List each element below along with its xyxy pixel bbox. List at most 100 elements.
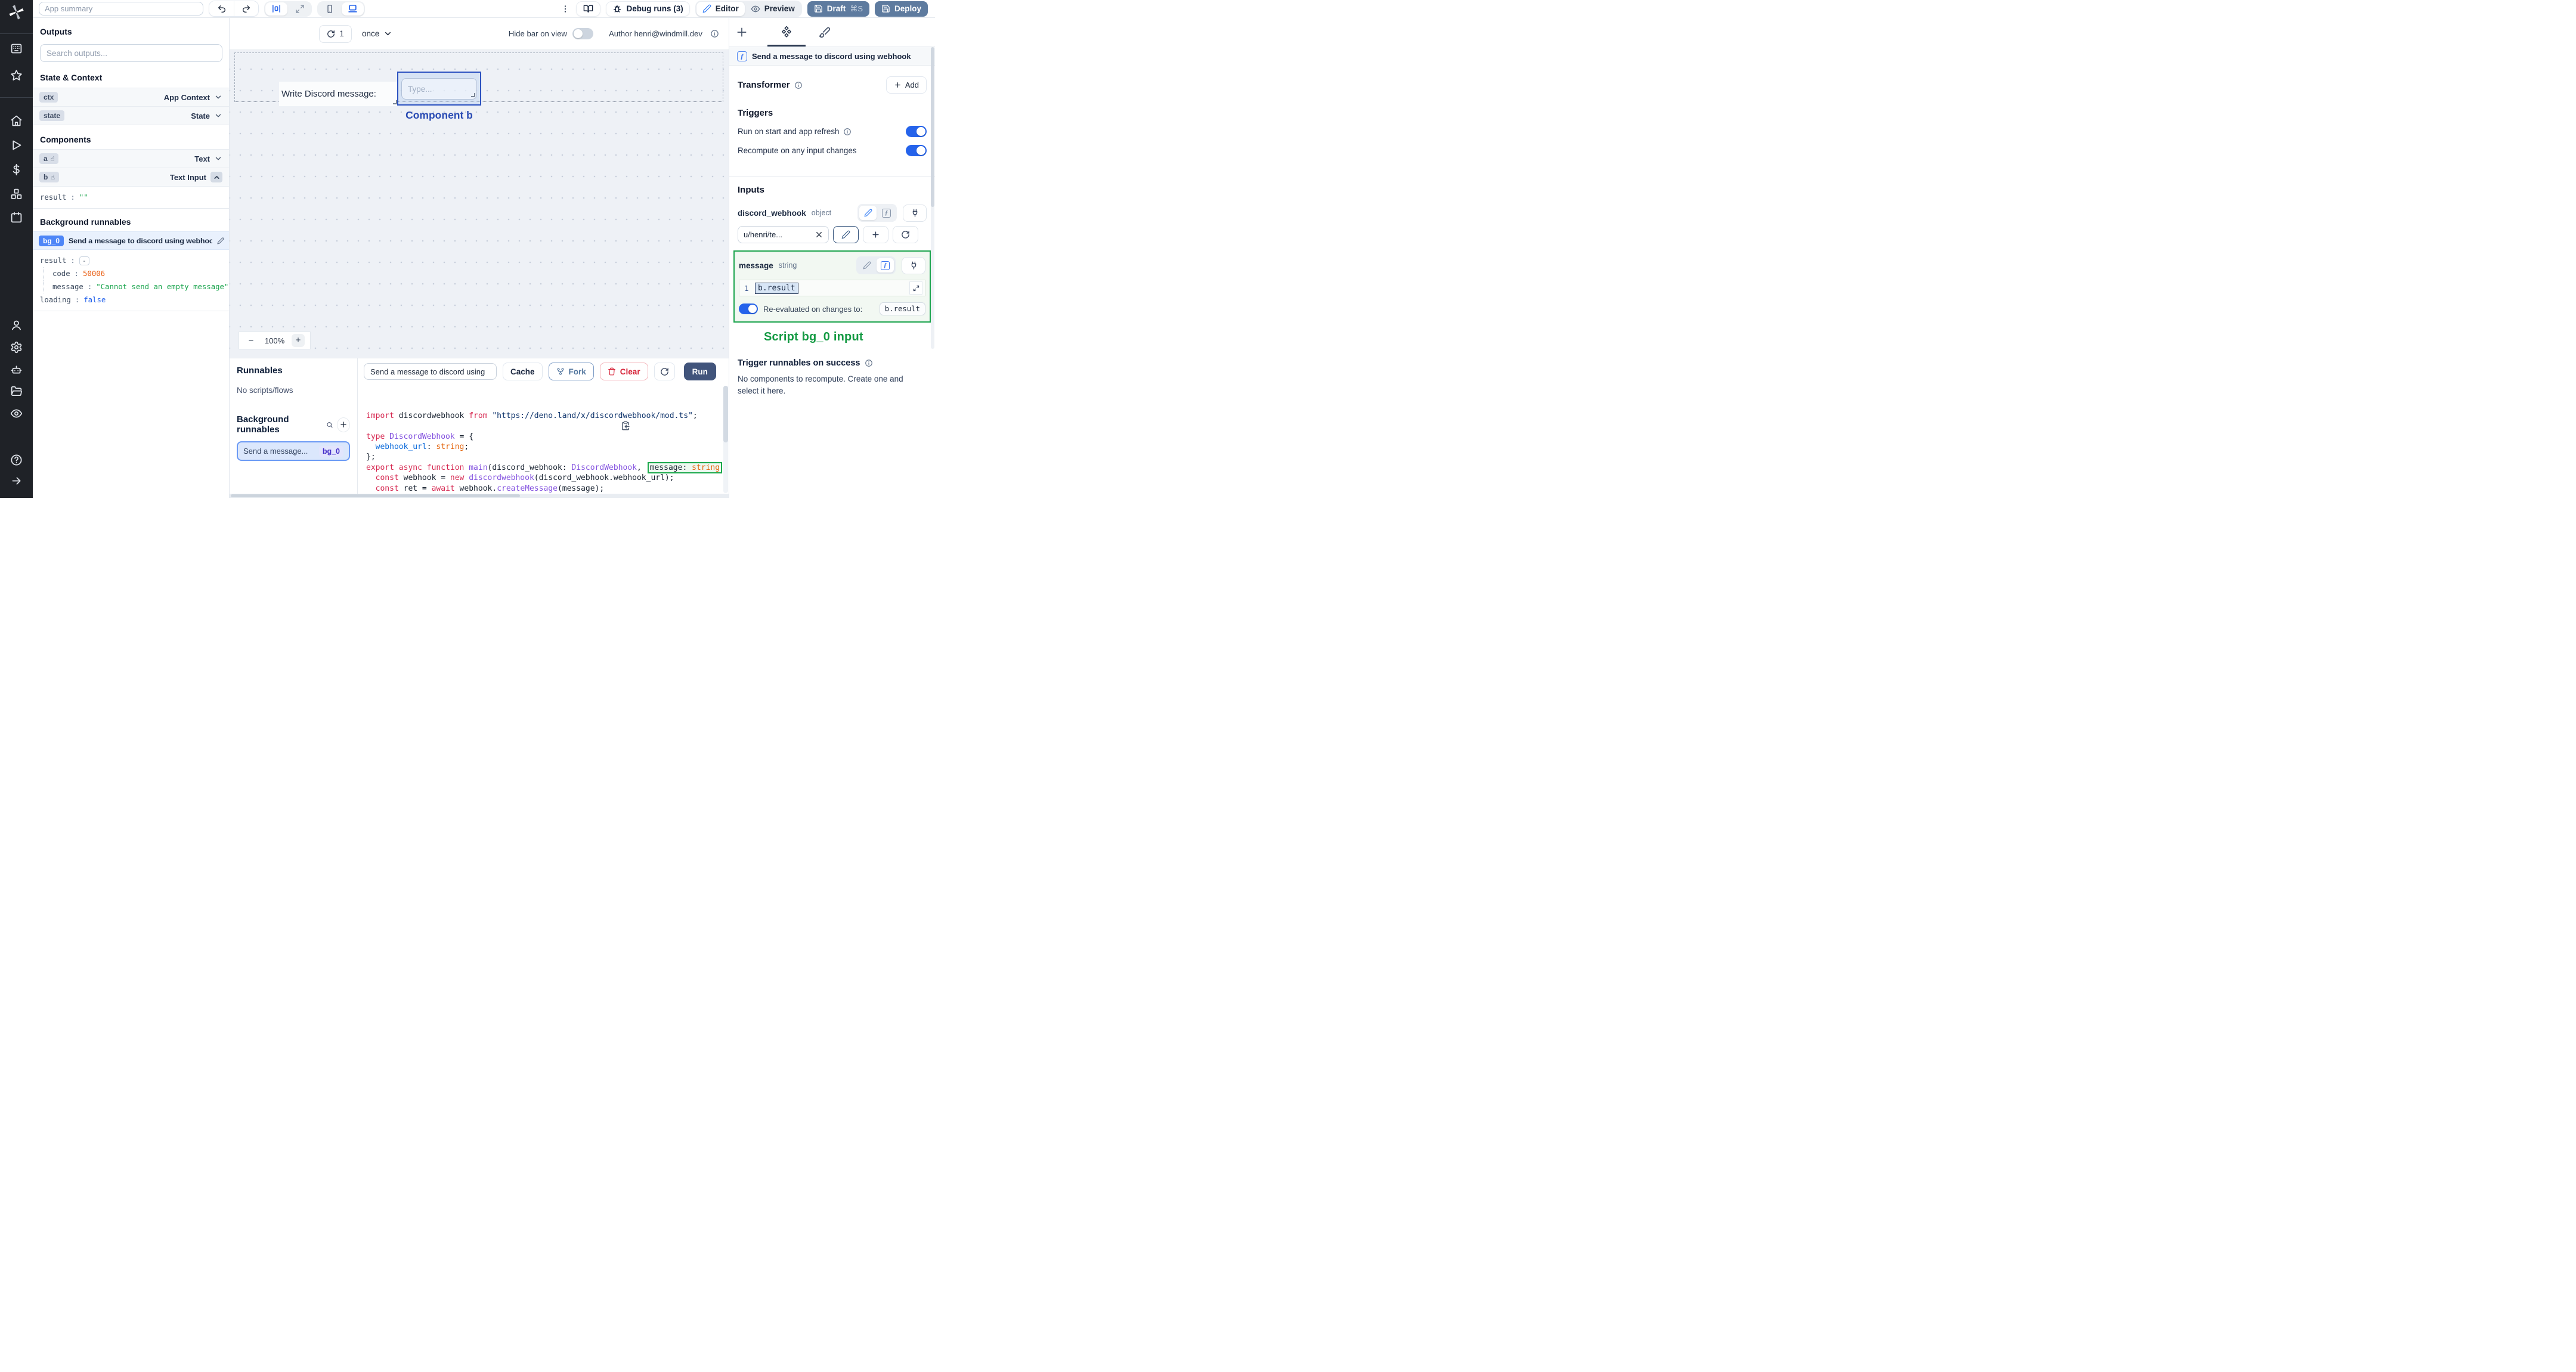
- component-row-a[interactable]: a ☝ Text: [33, 149, 229, 168]
- copy-code-button[interactable]: [621, 400, 695, 451]
- home-icon[interactable]: [10, 114, 23, 127]
- text-component-a[interactable]: Write Discord message:: [279, 82, 398, 106]
- zoom-in-button[interactable]: +: [292, 334, 305, 347]
- app-summary-input[interactable]: [39, 2, 203, 16]
- static-input-mode-button[interactable]: [858, 258, 875, 272]
- debug-runs-button[interactable]: Debug runs (3): [606, 1, 690, 17]
- text-input-component[interactable]: Type...: [401, 78, 477, 100]
- scrollbar-thumb[interactable]: [931, 47, 934, 207]
- chevron-down-icon[interactable]: [214, 93, 222, 101]
- cache-button[interactable]: Cache: [503, 363, 543, 380]
- deploy-button[interactable]: Deploy: [874, 1, 928, 17]
- undo-icon: [218, 5, 225, 13]
- edit-resource-button[interactable]: [833, 226, 859, 243]
- mobile-view-button[interactable]: [318, 2, 340, 16]
- left-rail: [0, 0, 33, 498]
- divider: [729, 176, 935, 177]
- variables-dollar-icon[interactable]: [10, 163, 23, 176]
- eval-input-mode-button[interactable]: ƒ: [877, 258, 894, 272]
- users-icon[interactable]: [10, 319, 23, 332]
- add-resource-button[interactable]: [863, 226, 888, 243]
- code-editor[interactable]: import discordwebhook from "https://deno…: [358, 385, 729, 498]
- add-transformer-button[interactable]: Add: [886, 76, 927, 94]
- workers-robot-icon[interactable]: [10, 363, 23, 376]
- run-button[interactable]: Run: [683, 363, 716, 380]
- desktop-view-button[interactable]: [342, 2, 364, 16]
- run-on-start-toggle[interactable]: [906, 126, 927, 137]
- refresh-count-button[interactable]: 1: [319, 24, 352, 43]
- add-background-runnable-button[interactable]: [336, 417, 351, 432]
- resource-picker[interactable]: u/henri/te...: [738, 226, 829, 243]
- zoom-out-button[interactable]: −: [244, 336, 258, 346]
- folders-icon[interactable]: [10, 385, 23, 398]
- settings-gear-icon[interactable]: [10, 341, 23, 354]
- reload-script-button[interactable]: [654, 363, 675, 380]
- editor-tab[interactable]: Editor: [696, 1, 745, 16]
- apps-icon[interactable]: [10, 42, 23, 55]
- preview-tab[interactable]: Preview: [745, 2, 801, 16]
- windmill-logo-icon[interactable]: [8, 4, 24, 20]
- message-expression-editor[interactable]: 1 b.result: [739, 280, 925, 296]
- reeval-toggle[interactable]: [739, 303, 758, 314]
- collapse-chevron-button[interactable]: [210, 172, 222, 182]
- undo-button[interactable]: [209, 1, 234, 16]
- info-icon[interactable]: [710, 29, 719, 38]
- collapse-json-button[interactable]: -: [79, 256, 89, 265]
- schedule-select[interactable]: once: [362, 29, 392, 38]
- output-row-ctx[interactable]: ctx App Context: [33, 88, 229, 106]
- chevron-down-icon[interactable]: [214, 112, 222, 120]
- star-icon[interactable]: [10, 69, 23, 82]
- selected-component-b[interactable]: Type...: [397, 72, 481, 106]
- edit-pencil-icon[interactable]: [217, 237, 224, 244]
- static-input-mode-button[interactable]: [859, 206, 877, 220]
- info-icon[interactable]: [794, 81, 803, 89]
- more-menu-button[interactable]: [560, 4, 571, 14]
- help-icon[interactable]: [10, 454, 23, 466]
- schedules-calendar-icon[interactable]: [10, 211, 23, 224]
- hide-bar-toggle[interactable]: [572, 28, 593, 39]
- resize-handle[interactable]: [393, 100, 397, 104]
- expression-value[interactable]: b.result: [755, 282, 798, 294]
- bg0-runnable-item[interactable]: Send a message... bg_0: [237, 441, 350, 461]
- expand-editor-button[interactable]: [909, 281, 922, 295]
- connect-input-button[interactable]: [902, 256, 925, 274]
- fork-button[interactable]: Fork: [548, 363, 594, 380]
- chevron-down-icon[interactable]: [214, 154, 222, 163]
- audit-eye-icon[interactable]: [10, 407, 23, 420]
- info-icon[interactable]: [843, 128, 852, 136]
- resize-handle[interactable]: [471, 93, 475, 97]
- component-row-b[interactable]: b ☝ Text Input: [33, 168, 229, 186]
- script-name-input[interactable]: [364, 363, 497, 380]
- fullscreen-button[interactable]: [289, 2, 311, 16]
- right-panel-scrollbar[interactable]: [931, 47, 934, 349]
- insert-component-tab[interactable]: [736, 26, 748, 38]
- code-vertical-scrollbar[interactable]: [723, 386, 728, 493]
- resources-boxes-icon[interactable]: [10, 188, 23, 200]
- info-icon[interactable]: [865, 359, 873, 367]
- scrollbar-thumb[interactable]: [231, 494, 521, 497]
- docs-button[interactable]: [576, 1, 601, 17]
- collapse-arrow-icon[interactable]: [10, 475, 23, 487]
- search-outputs-input[interactable]: [40, 44, 222, 62]
- deploy-label: Deploy: [894, 4, 921, 13]
- component-settings-tab[interactable]: [781, 26, 792, 38]
- output-row-state[interactable]: state State: [33, 106, 229, 125]
- draft-button[interactable]: Draft ⌘S: [807, 1, 869, 17]
- connect-input-button[interactable]: [903, 204, 927, 222]
- search-icon[interactable]: [326, 421, 333, 429]
- clear-button[interactable]: Clear: [599, 363, 648, 380]
- clear-x-icon[interactable]: [815, 231, 823, 239]
- reeval-target-pill[interactable]: b.result: [879, 302, 925, 315]
- redo-button[interactable]: [234, 1, 258, 16]
- runs-play-icon[interactable]: [10, 139, 23, 151]
- recompute-toggle[interactable]: [906, 145, 927, 156]
- eval-input-mode-button[interactable]: ƒ: [878, 206, 895, 220]
- transformer-title: Transformer: [738, 80, 790, 90]
- bottom-horizontal-scrollbar[interactable]: [230, 494, 729, 498]
- scrollbar-thumb[interactable]: [723, 386, 728, 442]
- app-canvas[interactable]: Write Discord message: Type... Component…: [230, 50, 729, 358]
- styling-brush-tab[interactable]: [819, 26, 831, 38]
- center-layout-button[interactable]: [265, 2, 287, 16]
- refresh-resource-button[interactable]: [893, 226, 918, 243]
- bg0-output-row[interactable]: bg_0 Send a message to discord using web…: [33, 231, 229, 250]
